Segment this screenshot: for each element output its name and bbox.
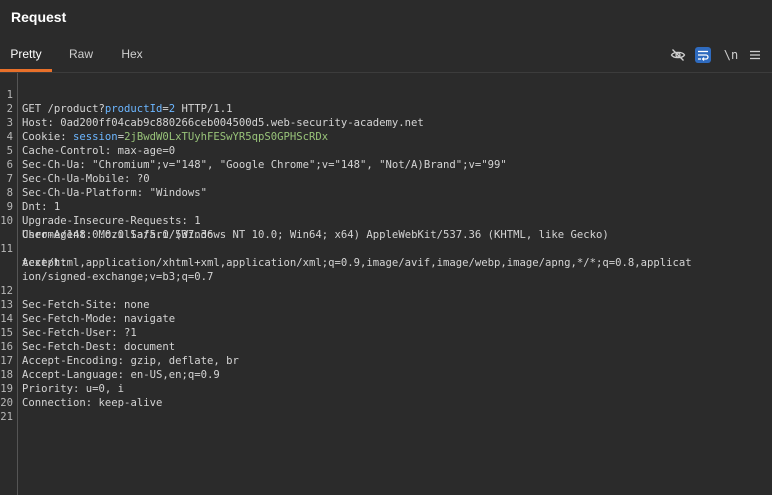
header-name: Sec-Fetch-Dest: — [22, 341, 118, 353]
header-value: gzip, deflate, br — [124, 355, 239, 367]
cookie-name: session — [66, 131, 118, 143]
header-value: none — [117, 299, 150, 311]
code-line: 12 Sec-Fetch-Site: none — [0, 270, 149, 311]
http-version: HTTP/1.1 — [175, 103, 233, 115]
header-value: ?0 — [130, 173, 150, 185]
header-name: Priority: — [22, 383, 80, 395]
tab-pretty[interactable]: Pretty — [0, 40, 52, 72]
header-name: Cache-Control: — [22, 145, 112, 157]
header-name: Connection: — [22, 397, 93, 409]
header-value: en-US,en;q=0.9 — [124, 369, 220, 381]
header-name: Cookie: — [22, 131, 67, 143]
code-line: 7 Sec-Ch-Ua-Platform: "Windows" — [0, 158, 207, 199]
query-param-name: productId — [104, 103, 163, 115]
code-line: 16 Accept-Encoding: gzip, deflate, br — [0, 326, 239, 367]
header-name: Sec-Fetch-User: — [22, 327, 118, 339]
header-value: "Chromium";v="148", "Google Chrome";v="1… — [85, 159, 507, 171]
code-line: 10 User-Agent: Mozilla/5.0 (Windows NT 1… — [0, 200, 609, 241]
code-line: 14 Sec-Fetch-User: ?1 — [0, 298, 137, 339]
newline-icon[interactable]: \n — [722, 46, 740, 64]
header-name: Sec-Ch-Ua: — [22, 159, 86, 171]
header-value: keep-alive — [92, 397, 163, 409]
header-name: Sec-Fetch-Mode: — [22, 313, 118, 325]
code-line-wrapped: ion/signed-exchange;v=b3;q=0.7 — [0, 256, 213, 283]
code-line: 15 Sec-Fetch-Dest: document — [0, 312, 175, 353]
header-value: 0ad200ff04cab9c880266ceb004500d5.web-sec… — [53, 117, 424, 129]
header-value-continuation: text/html,application/xhtml+xml,applicat… — [22, 257, 692, 269]
code-line-wrapped: text/html,application/xhtml+xml,applicat… — [0, 242, 692, 269]
header-name: Sec-Ch-Ua-Mobile: — [22, 173, 131, 185]
code-line: 6 Sec-Ch-Ua-Mobile: ?0 — [0, 144, 150, 185]
line-number: 21 — [0, 411, 13, 423]
header-name: Sec-Fetch-Site: — [22, 299, 118, 311]
header-value: "Windows" — [143, 187, 207, 199]
header-value: navigate — [117, 313, 176, 325]
code-line: 4 Cache-Control: max-age=0 — [0, 116, 175, 157]
header-name: Dnt: — [22, 201, 48, 213]
code-line: 11 Accept: — [0, 228, 66, 269]
code-line: 8 Dnt: 1 — [0, 172, 61, 213]
tab-bar: Pretty Raw Hex \n — [0, 40, 772, 73]
code-line: 1 GET /product?productId=2 HTTP/1.1 — [0, 74, 233, 115]
header-name: Accept-Language: — [22, 369, 125, 381]
header-value-continuation: ion/signed-exchange;v=b3;q=0.7 — [22, 271, 214, 283]
request-path: /product? — [47, 103, 105, 115]
header-value-continuation: Chrome/148.0.0.0 Safari/537.36 — [22, 229, 214, 241]
header-value: 1 — [47, 201, 61, 213]
tab-hex[interactable]: Hex — [112, 40, 152, 69]
header-name: Accept-Encoding: — [22, 355, 125, 367]
panel-title: Request — [11, 9, 67, 25]
menu-icon[interactable] — [746, 46, 764, 64]
vertical-scrollbar[interactable] — [762, 73, 772, 495]
code-line: 13 Sec-Fetch-Mode: navigate — [0, 284, 175, 325]
code-line: 19 Connection: keep-alive — [0, 368, 162, 409]
tab-raw[interactable]: Raw — [61, 40, 101, 69]
code-line: 9 Upgrade-Insecure-Requests: 1 — [0, 186, 201, 227]
eye-slash-icon[interactable] — [669, 46, 687, 64]
code-line-wrapped: Chrome/148.0.0.0 Safari/537.36 — [0, 214, 213, 241]
request-editor[interactable]: 1 GET /product?productId=2 HTTP/1.1 2 Ho… — [0, 73, 772, 495]
header-name: Upgrade-Insecure-Requests: — [22, 215, 188, 227]
code-line: 18 Priority: u=0, i — [0, 354, 124, 395]
code-line: 3 Cookie: session=2jBwdW0LxTUyhFESwYR5qp… — [0, 102, 329, 143]
header-value: ?1 — [117, 327, 137, 339]
header-value: u=0, i — [79, 383, 125, 395]
code-line: 5 Sec-Ch-Ua: "Chromium";v="148", "Google… — [0, 130, 507, 171]
wrap-text-icon[interactable] — [695, 47, 711, 63]
header-name: Sec-Ch-Ua-Platform: — [22, 187, 144, 199]
code-line: 20 — [0, 382, 26, 409]
header-name: Host: — [22, 117, 54, 129]
cookie-value: 2jBwdW0LxTUyhFESwYR5qpS0GPHScRDx — [124, 131, 329, 143]
header-value: 1 — [187, 215, 201, 227]
http-method: GET — [22, 103, 48, 115]
code-line: 2 Host: 0ad200ff04cab9c880266ceb004500d5… — [0, 88, 424, 129]
header-value: document — [117, 341, 176, 353]
code-line: 17 Accept-Language: en-US,en;q=0.9 — [0, 340, 220, 381]
header-value: max-age=0 — [111, 145, 176, 157]
code-line: 21 — [0, 396, 26, 423]
